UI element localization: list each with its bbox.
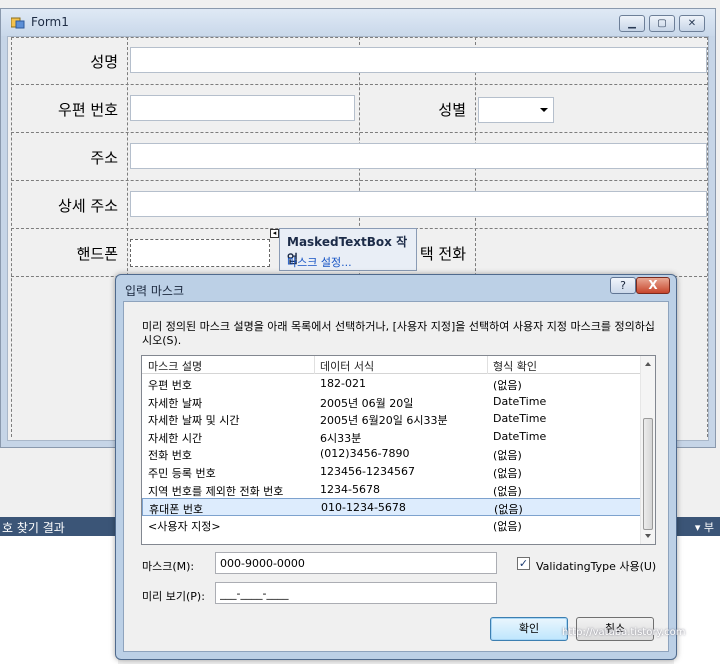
mobile-label: 핸드폰 (76, 245, 118, 263)
list-header: 마스크 설명 데이터 서식 형식 확인 (142, 356, 641, 374)
row-type: (없음) (494, 503, 523, 517)
column-separator (487, 356, 488, 374)
address-field[interactable] (130, 143, 707, 169)
mask-list-row[interactable]: 자세한 날짜 및 시간 2005년 6월20일 6시33분 DateTime (142, 410, 641, 428)
grid-line (11, 37, 12, 437)
list-scrollbar[interactable] (640, 356, 655, 544)
scroll-up-icon[interactable] (645, 362, 651, 366)
postal-field[interactable] (130, 95, 355, 121)
row-format: 123456-1234567 (320, 465, 415, 478)
dialog-body: 미리 정의된 마스크 설명을 아래 목록에서 선택하거나, [사용자 지정]을 … (123, 301, 669, 652)
scroll-thumb[interactable] (643, 418, 653, 530)
row-format: 1234-5678 (320, 482, 380, 496)
set-mask-link[interactable]: 마스크 설정... (287, 254, 352, 270)
row-format: 6시33분 (320, 431, 362, 445)
name-field[interactable] (130, 47, 707, 73)
dialog-title: 입력 마스크 (125, 284, 185, 298)
maximize-button[interactable]: ▢ (649, 15, 675, 32)
row-type: DateTime (493, 412, 547, 426)
row-type: DateTime (493, 429, 547, 443)
grid-line (707, 37, 708, 437)
input-mask-dialog: 입력 마스크 ? X 미리 정의된 마스크 설명을 아래 목록에서 선택하거나,… (115, 274, 677, 660)
row-format: 2005년 06월 20일 (320, 396, 414, 410)
row-desc: 주민 등록 번호 (148, 467, 216, 480)
smart-tag-glyph-icon[interactable]: ◂ (270, 229, 279, 238)
mask-list[interactable]: 마스크 설명 데이터 서식 형식 확인 우편 번호 182-021 (없음) 자세한 … (141, 355, 656, 545)
ok-button[interactable]: 확인 (490, 617, 568, 641)
scroll-down-icon[interactable] (645, 534, 651, 538)
mask-list-row[interactable]: 우편 번호 182-021 (없음) (142, 375, 641, 393)
preview-label: 미리 보기(P): (142, 590, 205, 603)
column-header-format[interactable]: 데이터 서식 (320, 358, 374, 374)
name-label: 성명 (90, 53, 118, 71)
gender-label: 성별 (438, 101, 466, 119)
dock-panel-left (0, 536, 118, 664)
chevron-down-icon (540, 108, 548, 112)
form1-titlebar[interactable]: Form1 ▁ ▢ ✕ (1, 9, 715, 36)
close-button[interactable]: ✕ (679, 15, 705, 32)
row-desc: 지역 번호를 제외한 전화 번호 (148, 484, 284, 498)
column-header-desc[interactable]: 마스크 설명 (148, 358, 202, 374)
preview-input[interactable] (215, 582, 497, 604)
address-label: 주소 (90, 149, 118, 167)
mask-list-row[interactable]: 휴대폰 번호 010-1234-5678 (없음) (142, 498, 641, 516)
mask-list-row[interactable]: 지역 번호를 제외한 전화 번호 1234-5678 (없음) (142, 481, 641, 499)
mask-list-row[interactable]: 자세한 시간 6시33분 DateTime (142, 428, 641, 446)
row-desc: 자세한 시간 (148, 431, 203, 445)
column-separator (314, 356, 315, 374)
mask-input[interactable] (215, 552, 497, 574)
minimize-button[interactable]: ▁ (619, 15, 645, 32)
gender-combo[interactable] (478, 97, 554, 123)
validating-type-label[interactable]: ValidatingType 사용(U) (536, 558, 656, 574)
row-type: (없음) (493, 519, 522, 533)
form-icon (11, 17, 25, 29)
mask-list-row[interactable]: 주민 등록 번호 123456-1234567 (없음) (142, 463, 641, 481)
dock-right-text[interactable]: ▾ 부 (695, 519, 714, 535)
find-results-title: 호 찾기 결과 (2, 521, 65, 535)
smart-tag-panel: MaskedTextBox 작업 마스크 설정... (279, 228, 417, 271)
row-type: (없음) (493, 379, 522, 392)
row-desc: 자세한 날짜 및 시간 (148, 414, 240, 428)
detail-address-label: 상세 주소 (58, 197, 118, 215)
dialog-description: 미리 정의된 마스크 설명을 아래 목록에서 선택하거나, [사용자 지정]을 … (142, 320, 655, 347)
dialog-close-button[interactable]: X (636, 277, 670, 294)
watermark: http://vataba.tistory.com (562, 627, 686, 638)
detail-address-field[interactable] (130, 191, 707, 217)
row-type: (없음) (493, 449, 522, 463)
row-type: DateTime (493, 394, 547, 408)
row-type: (없음) (493, 484, 522, 498)
row-format: 2005년 6월20일 6시33분 (320, 414, 448, 428)
postal-label: 우편 번호 (58, 101, 118, 119)
row-desc: 전화 번호 (148, 449, 192, 463)
row-desc: 자세한 날짜 (148, 396, 203, 410)
column-header-type[interactable]: 형식 확인 (493, 358, 537, 374)
row-format: (012)3456-7890 (320, 447, 410, 461)
dialog-titlebar[interactable]: 입력 마스크 ? X (116, 275, 676, 301)
dock-panel-right (674, 536, 720, 664)
help-button[interactable]: ? (610, 277, 636, 294)
mask-list-row[interactable]: 전화 번호 (012)3456-7890 (없음) (142, 445, 641, 463)
mask-list-row[interactable]: 자세한 날짜 2005년 06월 20일 DateTime (142, 393, 641, 411)
row-desc: <사용자 지정> (148, 519, 221, 533)
validating-type-checkbox[interactable]: ✓ (517, 557, 530, 570)
row-type: (없음) (493, 467, 522, 480)
mobile-masked-textbox[interactable] (130, 239, 270, 267)
row-desc: 휴대폰 번호 (149, 503, 204, 517)
form1-title: Form1 (31, 15, 69, 29)
mask-label: 마스크(M): (142, 560, 195, 573)
row-desc: 우편 번호 (148, 379, 192, 392)
mask-list-row[interactable]: <사용자 지정> (없음) (142, 516, 641, 534)
row-format: 182-021 (320, 377, 366, 390)
row-format: 010-1234-5678 (321, 501, 406, 515)
